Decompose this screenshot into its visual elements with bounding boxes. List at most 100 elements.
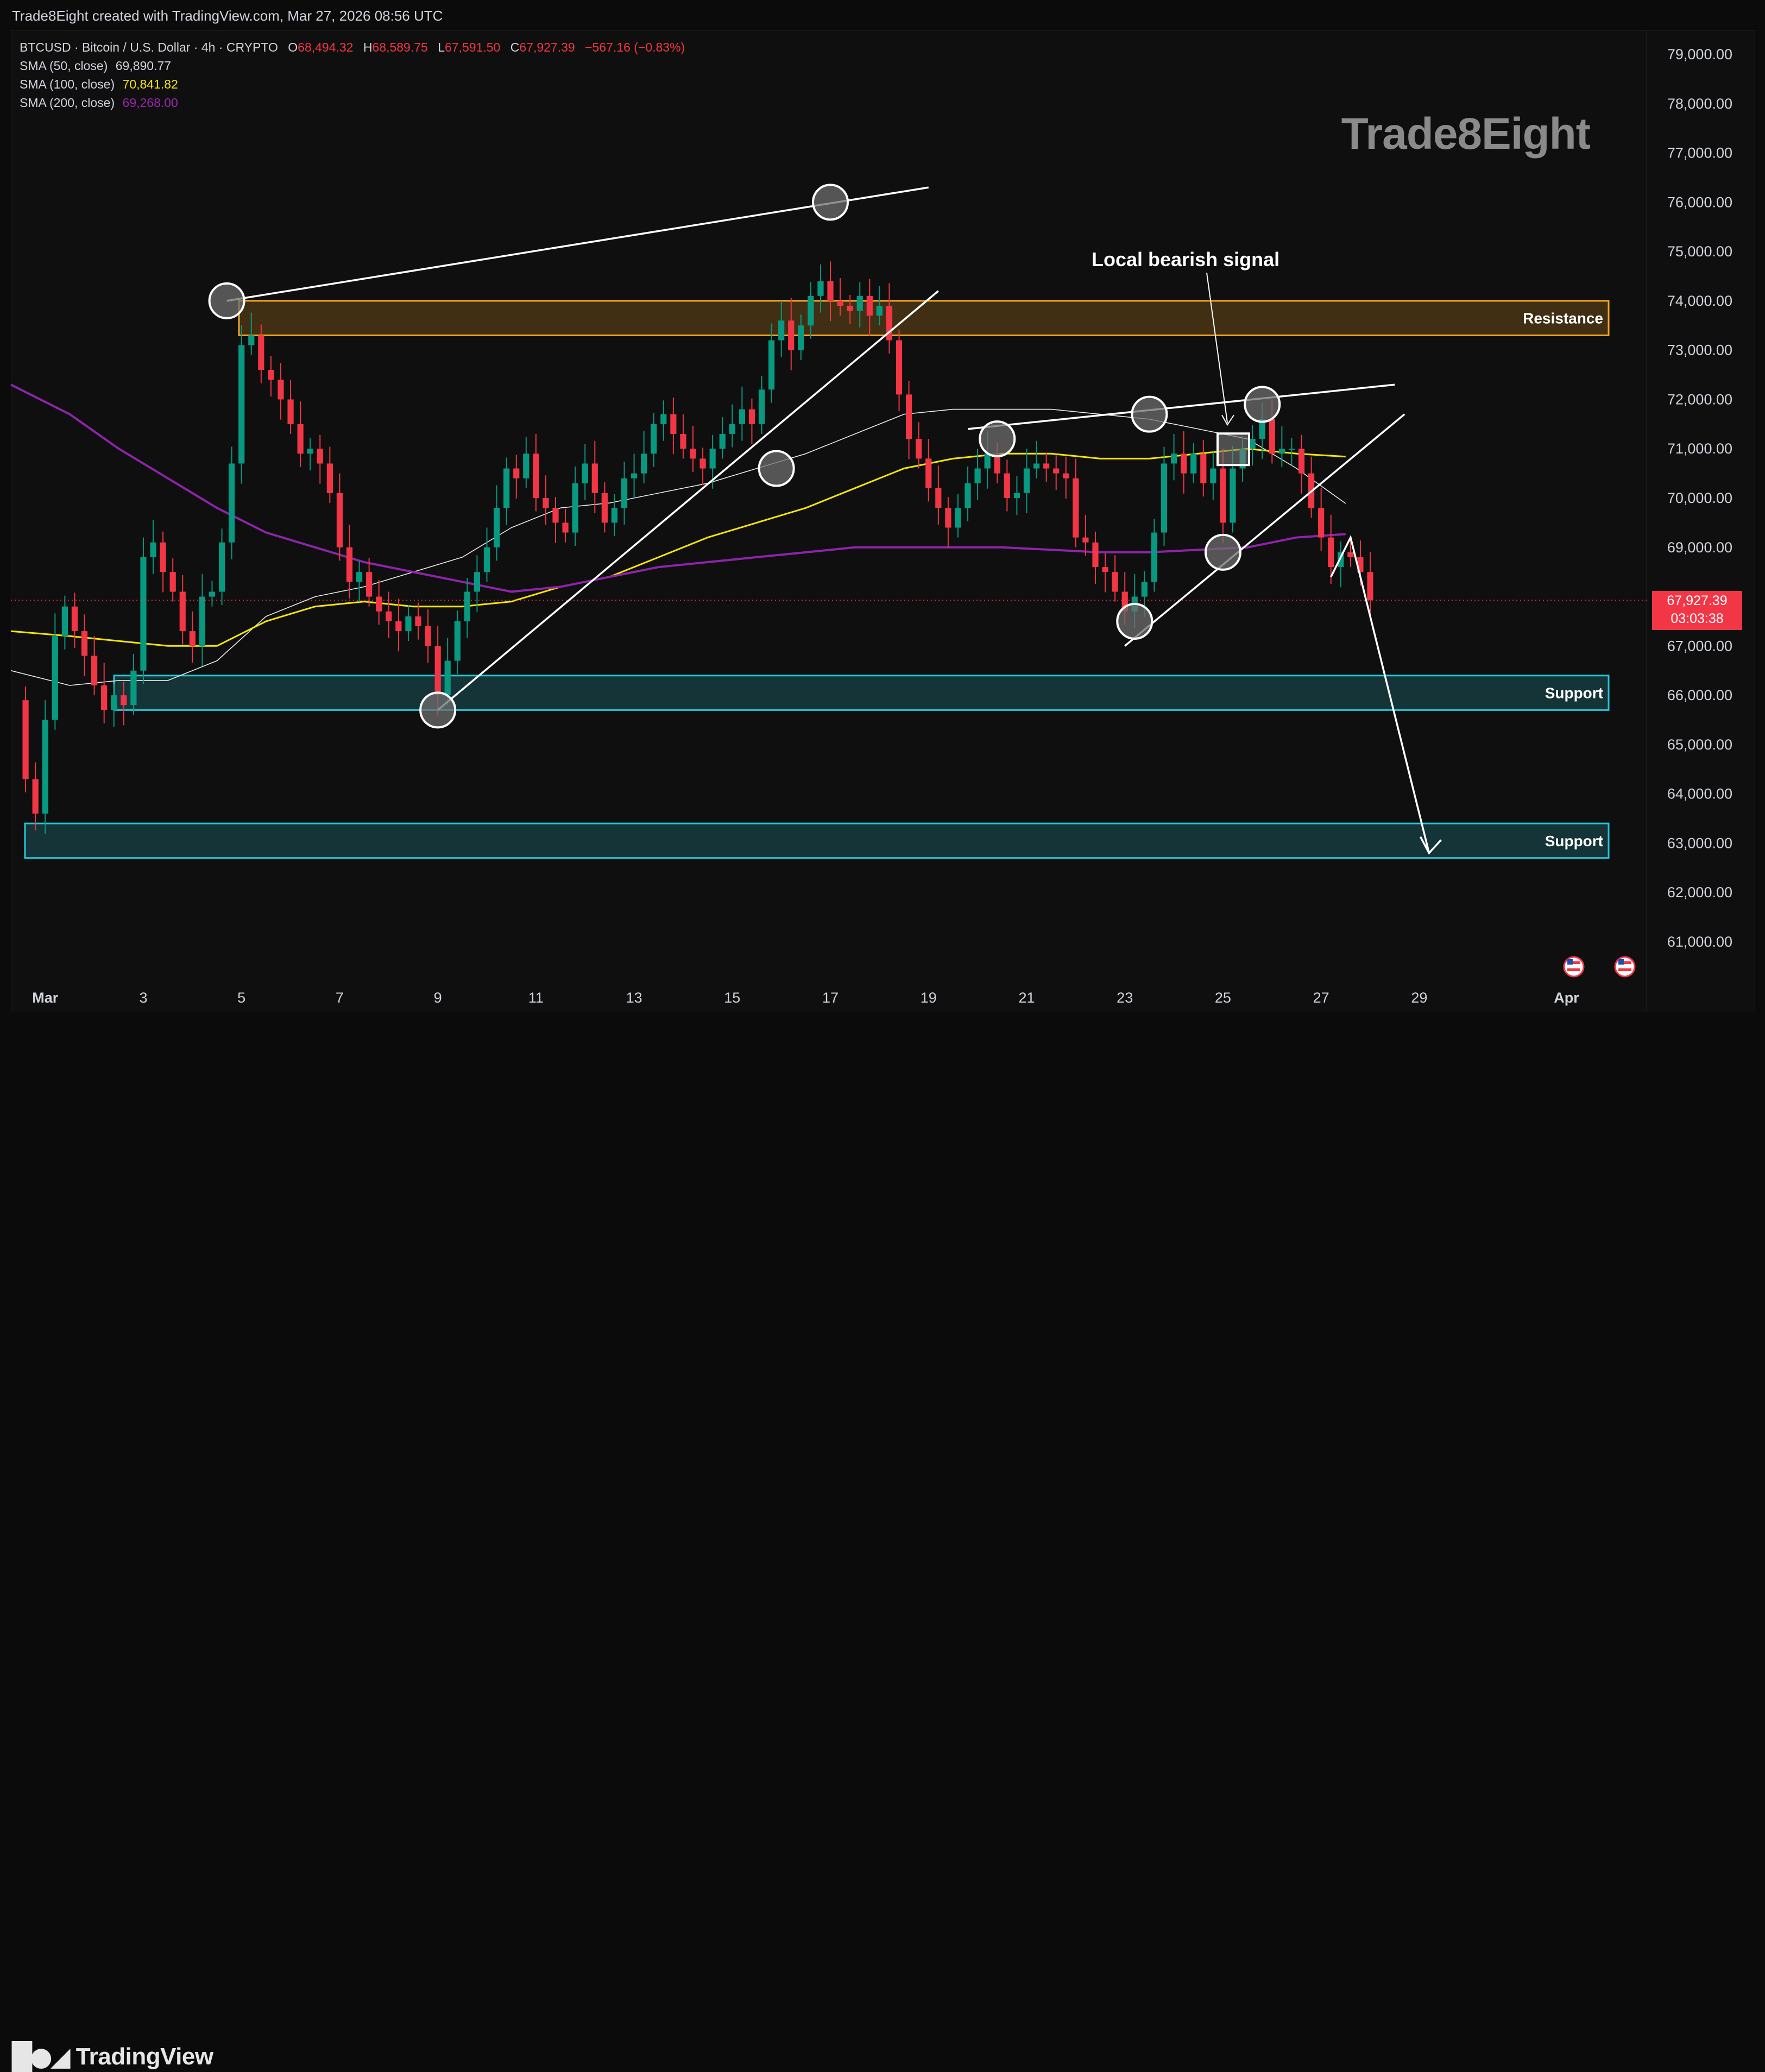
candle-bullish[interactable] <box>130 670 137 706</box>
candle-bullish[interactable] <box>660 414 667 424</box>
candle-bearish[interactable] <box>287 399 294 424</box>
candle-bullish[interactable] <box>464 591 470 621</box>
candle-bullish[interactable] <box>493 508 500 547</box>
candle-bearish[interactable] <box>1298 449 1305 474</box>
candle-bullish[interactable] <box>817 281 824 296</box>
symbol-label[interactable]: BTCUSD · Bitcoin / U.S. Dollar · 4h · CR… <box>20 40 278 54</box>
candle-bullish[interactable] <box>856 295 863 311</box>
candle-bullish[interactable] <box>248 335 255 345</box>
candle-bullish[interactable] <box>444 660 451 696</box>
candle-bearish[interactable] <box>788 320 795 350</box>
candle-bullish[interactable] <box>61 606 68 637</box>
candle-bearish[interactable] <box>690 449 696 459</box>
candle-bullish[interactable] <box>965 483 971 508</box>
tradingview-logo[interactable]: █●◢ TradingView <box>12 2042 213 2072</box>
candle-bullish[interactable] <box>1249 439 1256 449</box>
candle-bullish[interactable] <box>1190 454 1197 474</box>
candle-bearish[interactable] <box>179 591 186 632</box>
candle-bearish[interactable] <box>415 616 421 627</box>
candle-bullish[interactable] <box>474 572 481 592</box>
candle-bullish[interactable] <box>209 591 216 597</box>
candle-bearish[interactable] <box>866 295 873 316</box>
candle-bearish[interactable] <box>22 700 29 779</box>
candle-bullish[interactable] <box>52 636 58 720</box>
sma100-row[interactable]: SMA (100, close) 70,841.82 <box>20 75 685 93</box>
pivot-marker[interactable] <box>758 450 795 487</box>
candle-bearish[interactable] <box>434 646 441 696</box>
candle-bearish[interactable] <box>533 454 539 498</box>
candle-bullish[interactable] <box>1278 449 1285 454</box>
candle-bullish[interactable] <box>1033 463 1040 469</box>
pivot-marker[interactable] <box>979 420 1016 458</box>
candle-bullish[interactable] <box>229 463 235 543</box>
candle-bullish[interactable] <box>1161 463 1168 533</box>
candle-bearish[interactable] <box>395 621 402 632</box>
candle-bullish[interactable] <box>356 572 363 582</box>
candle-bearish[interactable] <box>513 468 520 478</box>
candle-bullish[interactable] <box>1170 454 1177 464</box>
candle-bullish[interactable] <box>768 340 775 390</box>
candle-bearish[interactable] <box>91 656 98 685</box>
candle-bearish[interactable] <box>886 305 893 341</box>
candle-bullish[interactable] <box>140 557 147 671</box>
candle-bullish[interactable] <box>503 468 510 508</box>
sma50-line[interactable] <box>10 408 1346 686</box>
candle-bullish[interactable] <box>307 449 313 454</box>
candle-bearish[interactable] <box>847 305 853 311</box>
candle-bullish[interactable] <box>1288 449 1295 450</box>
candle-bearish[interactable] <box>1112 572 1118 592</box>
candle-bearish[interactable] <box>317 449 323 464</box>
candle-bullish[interactable] <box>955 508 961 528</box>
pivot-marker[interactable] <box>1116 602 1153 640</box>
candle-bullish[interactable] <box>1013 493 1020 498</box>
pivot-marker[interactable] <box>1131 395 1168 433</box>
chart-canvas[interactable]: Resistance Support Support Local bearish si… <box>0 0 1765 1081</box>
candle-bearish[interactable] <box>1367 572 1373 601</box>
candle-bullish[interactable] <box>709 449 716 469</box>
candle-bullish[interactable] <box>1151 532 1158 582</box>
candle-bullish[interactable] <box>641 454 647 474</box>
candle-bearish[interactable] <box>258 335 264 370</box>
candle-bearish[interactable] <box>1200 454 1207 483</box>
candle-bullish[interactable] <box>199 596 206 646</box>
candle-bullish[interactable] <box>631 473 638 478</box>
candle-bearish[interactable] <box>1063 473 1069 478</box>
candle-bearish[interactable] <box>1092 542 1099 568</box>
candle-bearish[interactable] <box>896 340 903 395</box>
candle-bullish[interactable] <box>778 320 785 341</box>
candle-bearish[interactable] <box>326 463 333 493</box>
trendline[interactable] <box>437 290 939 711</box>
candle-bearish[interactable] <box>601 493 608 523</box>
candle-bullish[interactable] <box>454 621 461 661</box>
candle-bearish[interactable] <box>366 572 373 597</box>
candle-bearish[interactable] <box>278 380 284 400</box>
candle-bearish[interactable] <box>945 508 951 528</box>
candle-bearish[interactable] <box>1102 567 1108 572</box>
candle-bearish[interactable] <box>827 281 834 301</box>
candle-bullish[interactable] <box>483 547 490 572</box>
candle-bullish[interactable] <box>523 454 530 478</box>
candle-bearish[interactable] <box>1347 552 1354 557</box>
pivot-marker[interactable] <box>419 691 457 729</box>
candle-bearish[interactable] <box>160 542 166 572</box>
candle-bearish[interactable] <box>543 498 549 508</box>
candle-bearish[interactable] <box>425 626 431 646</box>
candle-bearish[interactable] <box>32 779 39 814</box>
candle-bearish[interactable] <box>71 606 78 632</box>
candle-bearish[interactable] <box>169 572 176 592</box>
candle-bearish[interactable] <box>906 394 912 439</box>
candle-bearish[interactable] <box>376 596 382 612</box>
candle-bullish[interactable] <box>238 345 245 464</box>
candle-bullish[interactable] <box>984 454 991 469</box>
pivot-marker[interactable] <box>1204 533 1241 571</box>
us-flag-icon[interactable] <box>1563 956 1585 978</box>
candle-bullish[interactable] <box>150 542 156 557</box>
bearish-signal-box[interactable] <box>1216 432 1250 467</box>
candle-bearish[interactable] <box>1181 454 1187 474</box>
candle-bullish[interactable] <box>876 305 883 316</box>
pivot-marker[interactable] <box>812 184 849 221</box>
candle-bullish[interactable] <box>719 433 726 449</box>
candle-bullish[interactable] <box>1230 468 1236 523</box>
candle-bullish[interactable] <box>974 468 981 483</box>
candle-bearish[interactable] <box>1220 468 1226 523</box>
